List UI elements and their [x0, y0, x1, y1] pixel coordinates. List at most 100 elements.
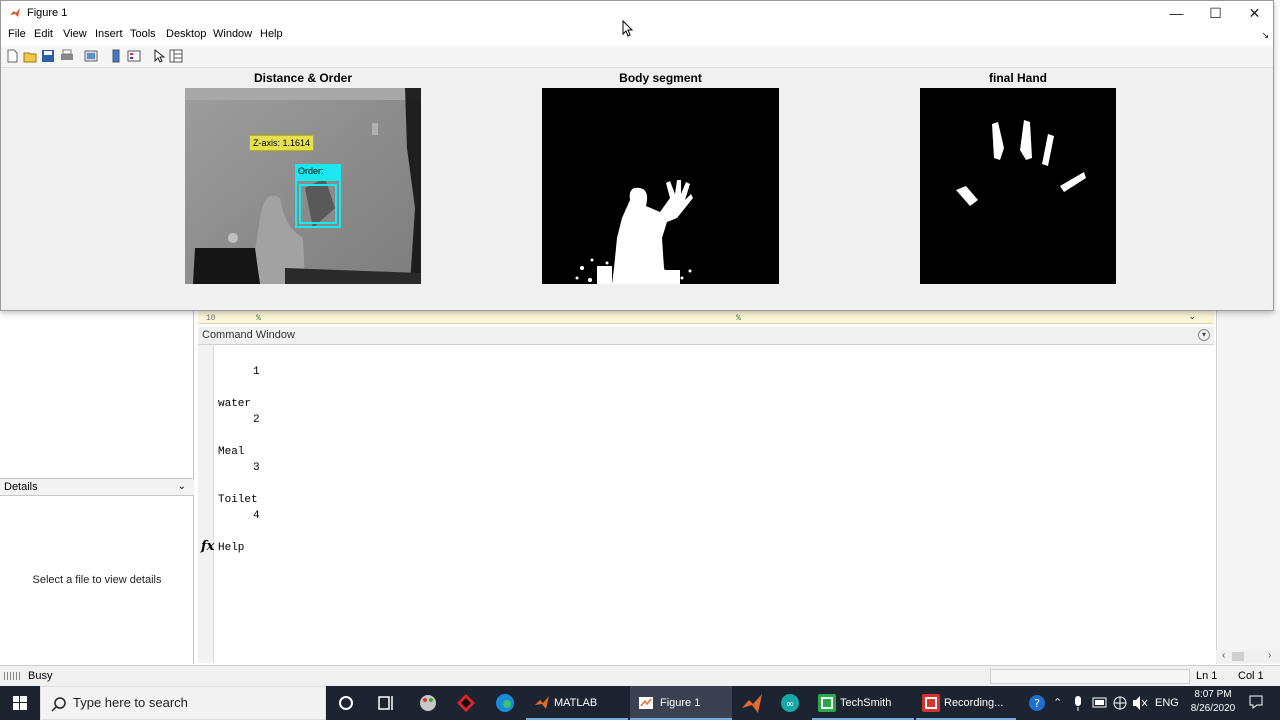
colorbar-icon[interactable] [109, 49, 123, 63]
order-label: Order: [295, 164, 341, 181]
output-line: 3 [253, 462, 260, 474]
output-line: water [218, 398, 252, 410]
maximize-button[interactable]: ☐ [1196, 1, 1235, 25]
body-mask-image [575, 180, 693, 284]
help-icon[interactable]: ? [1026, 686, 1048, 720]
menu-desktop[interactable]: Desktop [166, 28, 206, 40]
options-icon[interactable]: ▾ [1198, 329, 1210, 341]
status-field [990, 669, 1190, 684]
taskbar-app-figure[interactable]: Figure 1 [630, 686, 732, 720]
chevron-down-icon[interactable]: ⌄ [178, 479, 186, 495]
final-hand-axes[interactable] [920, 88, 1116, 284]
edge-icon[interactable] [485, 686, 525, 720]
scroll-right-icon[interactable]: › [1268, 650, 1271, 661]
arduino-icon[interactable]: ∞ [770, 686, 810, 720]
scroll-left-icon[interactable]: ‹ [1222, 650, 1225, 661]
paint-app-icon[interactable] [408, 686, 448, 720]
output-line: 1 [253, 366, 260, 378]
editor-comment-end: % [736, 314, 741, 323]
editor-line-number: 10 [206, 314, 216, 323]
output-line: Meal [218, 446, 245, 458]
property-editor-icon[interactable] [169, 49, 183, 63]
panel-title-body-segment: Body segment [619, 71, 702, 85]
windows-icon [13, 696, 27, 710]
taskbar-app-label: TechSmith Ca... [840, 697, 892, 709]
svg-text:∞: ∞ [786, 699, 794, 710]
recorder-icon [922, 694, 940, 712]
battery-icon[interactable] [1090, 686, 1110, 720]
chevron-down-icon[interactable]: ⌄ [1188, 311, 1196, 322]
order-bounding-box: Order: [295, 164, 341, 228]
print-icon[interactable] [60, 49, 74, 63]
microphone-icon[interactable] [1070, 686, 1086, 720]
editor-comment: % [256, 314, 261, 323]
camtasia-icon [818, 694, 836, 712]
details-header[interactable]: Details ⌄ [0, 478, 194, 496]
start-button[interactable] [0, 686, 40, 720]
figure-window[interactable]: Figure 1 — ☐ ✕ File Edit View Insert Too… [0, 0, 1274, 311]
scroll-thumb[interactable] [1232, 652, 1244, 661]
figure-titlebar[interactable]: Figure 1 — ☐ ✕ [1, 1, 1273, 25]
command-window[interactable] [198, 345, 1216, 665]
figure-canvas: Distance & Order Z-axis: 1.1614 Order: B… [1, 68, 1273, 310]
taskbar-app-matlab[interactable]: MATLAB R20... [526, 686, 628, 720]
close-button[interactable]: ✕ [1235, 1, 1274, 25]
taskbar-app-camtasia[interactable]: TechSmith Ca... [812, 686, 914, 720]
fx-prompt-icon[interactable]: fx [201, 539, 214, 554]
matlab-logo-icon [10, 8, 20, 17]
busy-indicator-icon [4, 672, 22, 680]
clock-date: 8/26/2020 [1190, 703, 1236, 714]
depth-image-axes[interactable]: Z-axis: 1.1614 Order: [185, 88, 421, 284]
menu-help[interactable]: Help [260, 28, 283, 40]
legend-icon[interactable] [127, 49, 141, 63]
search-icon [51, 697, 66, 712]
matlab-icon [535, 696, 549, 709]
pointer-icon[interactable] [152, 49, 166, 63]
command-window-header: Command Window ▾ [198, 327, 1214, 345]
menu-insert[interactable]: Insert [95, 28, 123, 40]
taskbar-search-box[interactable]: Type here to search [40, 686, 326, 720]
line-indicator: Ln 1 [1196, 670, 1218, 682]
notification-icon[interactable] [1248, 694, 1264, 710]
panel-title-final-hand: final Hand [988, 71, 1047, 85]
task-view-icon[interactable] [366, 686, 406, 720]
menu-file[interactable]: File [8, 28, 26, 40]
language-indicator[interactable]: ENG [1155, 686, 1179, 720]
column-indicator: Col 1 [1238, 670, 1264, 682]
horizontal-scrollbar[interactable]: ‹ › [1216, 650, 1280, 663]
menu-view[interactable]: View [63, 28, 87, 40]
output-line: 2 [253, 414, 260, 426]
body-segment-axes[interactable] [542, 88, 779, 284]
save-icon[interactable] [41, 49, 55, 63]
output-line: 4 [253, 510, 260, 522]
taskbar-app-label: Figure 1 [660, 697, 701, 709]
link-plot-icon[interactable] [84, 49, 98, 63]
figure-menubar: File Edit View Insert Tools Desktop Wind… [1, 25, 1273, 46]
figure-title: Figure 1 [27, 7, 68, 19]
mouse-cursor-icon [622, 20, 634, 37]
taskbar-app-recording[interactable]: Recording... [916, 686, 1016, 720]
menu-edit[interactable]: Edit [34, 28, 53, 40]
cortana-icon[interactable] [326, 686, 366, 720]
taskbar-app-label: MATLAB R20... [554, 697, 598, 709]
dock-icon[interactable]: ↘ [1261, 30, 1269, 41]
minimize-button[interactable]: — [1157, 1, 1196, 25]
menu-window[interactable]: Window [213, 28, 252, 40]
right-panel [1216, 310, 1280, 664]
matlab-launcher-icon[interactable] [732, 686, 772, 720]
taskbar-app-label: Recording... [944, 697, 1004, 709]
taskbar: Type here to search MATLAB R20... Figure… [0, 686, 1280, 720]
network-icon[interactable] [1110, 686, 1130, 720]
show-hidden-icons[interactable]: ⌃ [1053, 686, 1062, 720]
new-figure-icon[interactable] [5, 49, 19, 63]
hand-box [299, 184, 337, 224]
figure-toolbar [1, 46, 1273, 68]
status-text: Busy [28, 670, 53, 682]
menu-tools[interactable]: Tools [130, 28, 156, 40]
figure-icon [639, 697, 653, 709]
system-clock[interactable]: 8:07 PM 8/26/2020 [1182, 688, 1244, 716]
command-output: 1 water 2 Meal 3 Toilet 4 Help [218, 348, 260, 556]
open-file-icon[interactable] [23, 49, 37, 63]
volume-muted-icon[interactable] [1130, 686, 1150, 720]
red-app-icon[interactable] [446, 686, 486, 720]
